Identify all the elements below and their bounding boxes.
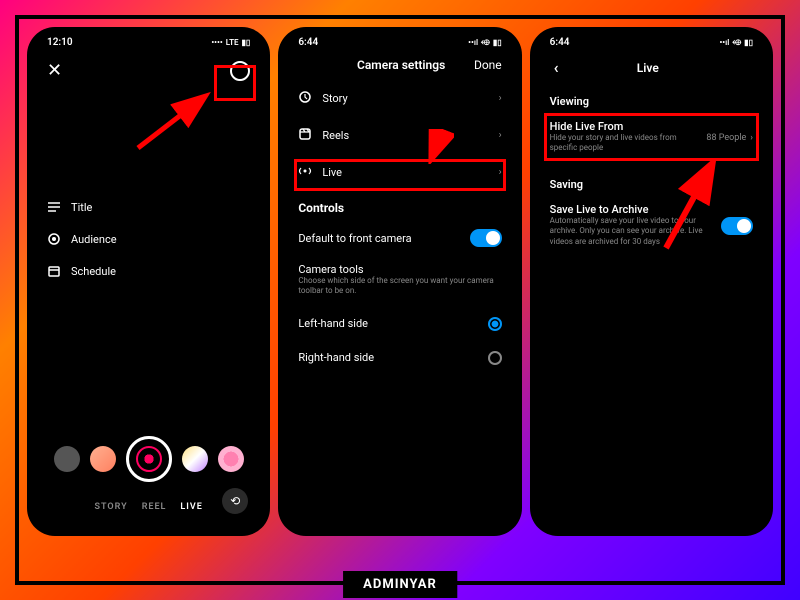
filter-thumb-2[interactable]: [90, 446, 116, 472]
done-button[interactable]: Done: [474, 58, 502, 72]
right-hand-radio[interactable]: [488, 351, 502, 365]
saving-section-title: Saving: [550, 162, 753, 195]
back-button[interactable]: ‹: [550, 58, 563, 77]
live-indicator-icon: [136, 446, 162, 472]
live-options-menu: Title Audience Schedule: [33, 191, 264, 287]
wifi-icon: ⬲: [481, 38, 490, 48]
watermark: ADMINYAR: [343, 571, 457, 598]
status-time: 6:44: [298, 37, 318, 48]
controls-section-title: Controls: [298, 191, 501, 219]
title-icon: [47, 200, 61, 214]
mode-reel[interactable]: REEL: [142, 502, 167, 512]
phone-screen-2: 6:44 ••ıl ⬲ ▮▯ Camera settings Done Stor…: [278, 27, 521, 536]
left-hand-side-option[interactable]: Left-hand side: [298, 307, 501, 341]
page-title: Live: [563, 61, 733, 75]
battery-icon: ▮▯: [242, 38, 251, 47]
shutter-row: [33, 436, 264, 482]
default-front-camera-toggle-row[interactable]: Default to front camera: [298, 219, 501, 257]
status-indicators: ••ıl ⬲ ▮▯: [719, 38, 753, 48]
story-setting[interactable]: Story ›: [298, 80, 501, 117]
reels-label: Reels: [322, 129, 349, 142]
signal-icon: ••ıl: [719, 38, 729, 47]
live-settings-list: Viewing Hide Live From 88 People › Hide …: [536, 85, 767, 255]
title-label: Title: [71, 201, 92, 214]
story-label: Story: [322, 92, 347, 105]
highlight-box-settings: [214, 65, 256, 101]
audience-option[interactable]: Audience: [47, 223, 250, 255]
camera-tools-section: Camera tools Choose which side of the sc…: [298, 257, 501, 307]
right-hand-side-option[interactable]: Right-hand side: [298, 341, 501, 375]
reels-setting[interactable]: Reels ›: [298, 117, 501, 154]
notch: [365, 27, 435, 41]
wifi-icon: ⬲: [732, 38, 741, 48]
live-settings-header: ‹ Live: [536, 50, 767, 85]
audience-label: Audience: [71, 233, 117, 246]
highlight-arrow-1: [128, 88, 218, 158]
switch-camera-icon: ⟲: [230, 494, 240, 508]
tutorial-frame: 12:10 •••• LTE ▮▯ ✕: [15, 15, 785, 585]
save-live-archive-row[interactable]: Save Live to Archive Automatically save …: [550, 195, 753, 255]
filter-thumb-1[interactable]: [54, 446, 80, 472]
notch: [616, 27, 686, 41]
mode-live[interactable]: LIVE: [180, 502, 202, 512]
title-option[interactable]: Title: [47, 191, 250, 223]
schedule-icon: [47, 264, 61, 278]
story-icon: [298, 90, 312, 107]
page-title: Camera settings: [328, 58, 474, 72]
highlight-box-hide-live: [544, 113, 759, 161]
save-live-description: Automatically save your live video to yo…: [550, 216, 713, 247]
status-time: 12:10: [47, 37, 73, 48]
reels-icon: [298, 127, 312, 144]
default-camera-toggle[interactable]: [470, 229, 502, 247]
schedule-option[interactable]: Schedule: [47, 255, 250, 287]
battery-icon: ▮▯: [493, 38, 502, 47]
chevron-right-icon: ›: [499, 130, 502, 141]
battery-icon: ▮▯: [744, 38, 753, 47]
network-label: LTE: [226, 38, 239, 47]
save-live-title: Save Live to Archive: [550, 203, 713, 216]
filter-thumb-3[interactable]: [182, 446, 208, 472]
settings-header: Camera settings Done: [284, 50, 515, 80]
status-indicators: •••• LTE ▮▯: [211, 38, 250, 47]
left-hand-label: Left-hand side: [298, 317, 368, 330]
highlight-box-live: [294, 159, 505, 191]
viewing-section-title: Viewing: [550, 85, 753, 112]
save-live-toggle[interactable]: [721, 217, 753, 235]
phone-screen-1: 12:10 •••• LTE ▮▯ ✕: [27, 27, 270, 536]
status-time: 6:44: [550, 37, 570, 48]
chevron-right-icon: ›: [499, 93, 502, 104]
camera-settings-list: Story › Reels › Live ›: [284, 80, 515, 375]
signal-icon: ••••: [211, 38, 222, 47]
right-hand-label: Right-hand side: [298, 351, 374, 364]
camera-tools-description: Choose which side of the screen you want…: [298, 276, 501, 297]
filter-thumb-4[interactable]: [218, 446, 244, 472]
mode-story[interactable]: STORY: [95, 502, 128, 512]
shutter-button[interactable]: [126, 436, 172, 482]
left-hand-radio[interactable]: [488, 317, 502, 331]
camera-tools-title: Camera tools: [298, 263, 501, 276]
close-icon[interactable]: ✕: [47, 60, 62, 81]
status-indicators: ••ıl ⬲ ▮▯: [468, 38, 502, 48]
phone-screen-3: 6:44 ••ıl ⬲ ▮▯ ‹ Live Viewing Hide Live …: [530, 27, 773, 536]
notch: [114, 27, 184, 41]
signal-icon: ••ıl: [468, 38, 478, 47]
default-camera-label: Default to front camera: [298, 232, 411, 245]
audience-icon: [47, 232, 61, 246]
schedule-label: Schedule: [71, 265, 116, 278]
